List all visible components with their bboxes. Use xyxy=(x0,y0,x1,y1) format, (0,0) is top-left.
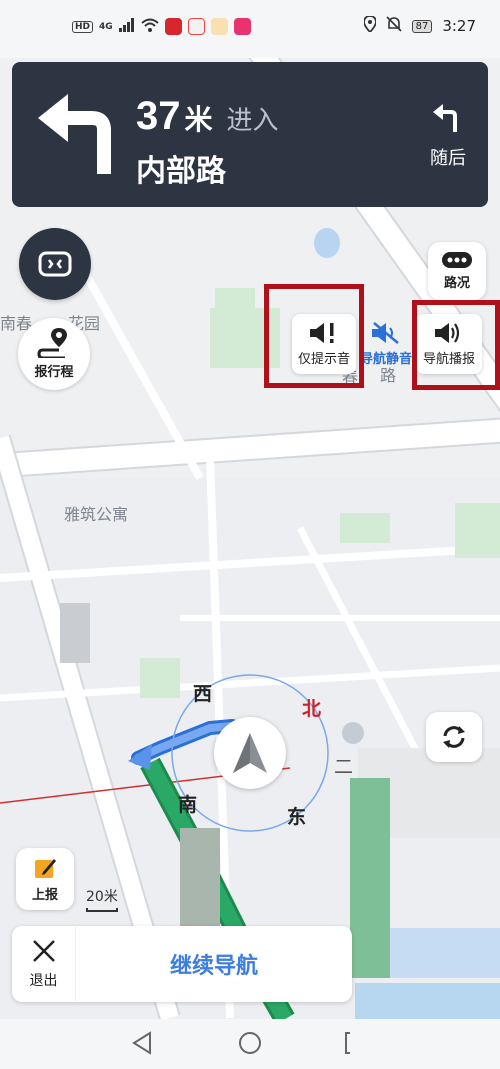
assistant-face-icon xyxy=(38,251,72,277)
nav-distance: 37 xyxy=(136,94,181,138)
map-label-er: 二 xyxy=(334,756,354,778)
signal-icon xyxy=(118,18,135,35)
voice-assistant-button[interactable] xyxy=(19,228,91,300)
traffic-label: 路况 xyxy=(443,275,470,291)
network-indicator: 4G xyxy=(99,21,113,32)
recents-icon[interactable] xyxy=(340,1029,364,1059)
nav-guidance-card[interactable]: 37 米 进入 内部路 随后 xyxy=(12,62,488,207)
report-trip-label: 报行程 xyxy=(34,365,74,380)
recenter-button[interactable] xyxy=(426,712,482,762)
route-pin-icon xyxy=(37,328,67,358)
exit-label: 退出 xyxy=(29,973,58,989)
voice-mode-mute-label: 导航静音 xyxy=(359,352,412,367)
next-turn-left-icon xyxy=(433,104,457,132)
home-icon[interactable] xyxy=(236,1029,264,1059)
speaker-mute-icon xyxy=(372,322,399,344)
report-trip-button[interactable]: 报行程 xyxy=(18,318,90,390)
close-icon xyxy=(32,940,55,962)
report-button[interactable]: 上报 xyxy=(16,848,74,910)
map-label-yazhu: 雅筑公寓 xyxy=(64,505,129,524)
status-bar: HD 4G 87 3:27 xyxy=(0,0,500,58)
app-icon-3 xyxy=(233,18,251,35)
app-icon-2 xyxy=(210,18,228,35)
nav-distance-row: 37 米 进入 xyxy=(136,94,279,139)
highlight-box-broadcast xyxy=(412,300,500,390)
wifi-icon xyxy=(141,18,159,35)
nav-action: 进入 xyxy=(226,106,279,136)
compass-south: 南 xyxy=(178,794,198,816)
back-icon[interactable] xyxy=(130,1029,154,1059)
current-location-marker xyxy=(214,717,286,789)
map-scale-label: 20米 xyxy=(86,889,118,905)
edit-note-icon xyxy=(35,858,56,878)
compass-east: 东 xyxy=(287,806,307,828)
report-label: 上报 xyxy=(31,887,58,903)
compass-west: 西 xyxy=(193,683,213,705)
highlight-box-alert-only xyxy=(264,284,364,388)
map-scale-bar xyxy=(86,908,118,912)
system-nav-bar xyxy=(0,1019,500,1069)
continue-navigation-button[interactable]: 继续导航 xyxy=(76,926,352,1002)
location-icon xyxy=(362,15,377,36)
battery-indicator: 87 xyxy=(411,19,433,33)
more-dots-icon xyxy=(442,251,472,268)
navigation-arrow-icon xyxy=(233,733,267,773)
app-icon-1 xyxy=(187,18,205,35)
bottom-action-bar: 退出 继续导航 xyxy=(12,926,352,1002)
bell-mute-icon xyxy=(386,16,402,36)
exit-button[interactable]: 退出 xyxy=(12,926,76,1002)
poi-icon xyxy=(342,722,364,744)
status-icons-left: HD 4G xyxy=(72,18,251,35)
refresh-icon xyxy=(443,726,465,748)
nav-road-name: 内部路 xyxy=(136,154,226,189)
status-icons-right: 87 3:27 xyxy=(362,15,476,36)
turn-left-icon xyxy=(34,90,122,182)
nav-distance-unit: 米 xyxy=(184,103,213,136)
traffic-button[interactable]: 路况 xyxy=(428,242,486,300)
next-maneuver[interactable]: 随后 xyxy=(430,104,466,170)
next-maneuver-label: 随后 xyxy=(430,148,466,169)
clock: 3:27 xyxy=(442,17,476,35)
mic-app-icon xyxy=(164,18,182,35)
voice-mode-mute[interactable]: 导航静音 xyxy=(358,314,414,374)
hd-indicator: HD xyxy=(72,20,94,33)
compass-north: 北 xyxy=(302,698,322,720)
